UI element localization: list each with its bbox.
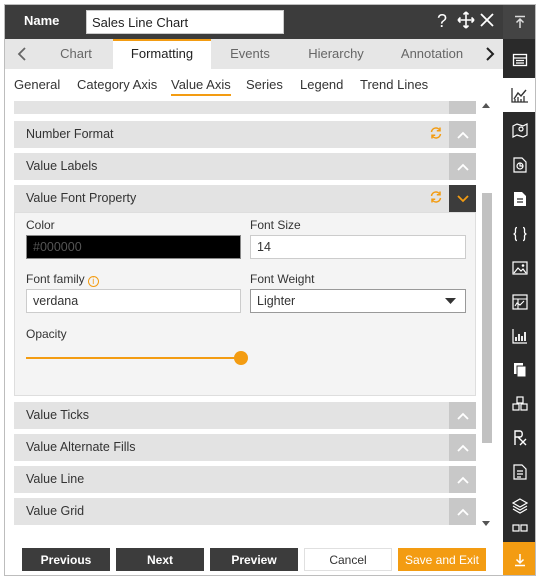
bar-chart-icon[interactable] [503,319,535,353]
right-toolbar [503,5,535,575]
cubes-icon[interactable] [503,387,535,421]
font-family-input[interactable]: verdana [26,289,241,313]
chevron-down-icon[interactable] [449,185,476,212]
name-label: Name [24,13,60,28]
content-scrollbar[interactable] [479,101,493,531]
main-tabs: Chart Formatting Events Hierarchy Annota… [5,39,503,69]
chevron-up-icon[interactable] [449,466,476,493]
chevron-up-icon[interactable] [449,402,476,429]
chevron-up-icon[interactable] [449,121,476,148]
scroll-to-top-icon[interactable] [503,5,535,39]
image-icon[interactable] [503,251,535,285]
document-chart-icon[interactable] [503,148,535,182]
refresh-icon[interactable] [429,126,443,143]
dropdown-arrow-icon [445,298,456,304]
cancel-button[interactable]: Cancel [304,548,392,571]
scroll-up-arrow-icon[interactable] [482,103,490,108]
section-title: Number Format [26,127,114,141]
move-icon[interactable] [457,11,475,34]
opacity-label: Opacity [26,327,67,341]
section-previous-collapsed[interactable] [14,101,476,114]
grid-icon[interactable] [503,523,535,541]
section-title: Value Ticks [26,408,89,422]
section-title: Value Alternate Fills [26,440,136,454]
table-chart-icon[interactable] [503,285,535,319]
subtab-legend[interactable]: Legend [300,77,343,92]
footer-bar: Previous Next Preview Cancel Save and Ex… [5,539,503,575]
tab-hierarchy[interactable]: Hierarchy [289,39,383,69]
subtab-general[interactable]: General [14,77,60,92]
map-chart-icon[interactable] [503,113,535,147]
font-size-label: Font Size [250,218,301,232]
copy-icon[interactable] [503,353,535,387]
section-value-ticks[interactable]: Value Ticks [14,402,476,429]
previous-button[interactable]: Previous [22,548,110,571]
section-value-alternate-fills[interactable]: Value Alternate Fills [14,434,476,461]
sub-tabs: General Category Axis Value Axis Series … [5,69,503,101]
font-property-panel: Color #000000 Font Size 14 Font family i … [14,212,476,396]
chevron-up-icon[interactable] [449,434,476,461]
subtab-value-axis[interactable]: Value Axis [171,77,231,96]
section-value-line[interactable]: Value Line [14,466,476,493]
chevron-up-icon[interactable] [449,498,476,525]
tabs-next-arrow-icon[interactable] [477,39,503,69]
formatting-content: Number Format Value Labels Value Font Pr… [14,101,476,527]
font-family-label-text: Font family [26,272,85,286]
section-title: Value Grid [26,504,85,518]
section-value-grid[interactable]: Value Grid [14,498,476,525]
font-weight-select[interactable]: Lighter [250,289,466,313]
font-weight-label: Font Weight [250,272,315,286]
section-title: Value Labels [26,159,98,173]
close-icon[interactable] [479,11,495,33]
section-value-font-property[interactable]: Value Font Property [14,185,476,212]
chart-properties-window: Name ? Chart Formatting Events Hierarchy… [4,4,536,576]
subtab-category-axis[interactable]: Category Axis [77,77,157,92]
collapse-icon[interactable] [449,101,476,114]
line-chart-icon[interactable] [503,78,535,112]
formula-rx-icon[interactable] [503,421,535,455]
section-title: Value Line [26,472,85,486]
report-icon[interactable] [503,455,535,489]
tab-annotation[interactable]: Annotation [385,39,479,69]
chevron-up-icon[interactable] [449,153,476,180]
next-button[interactable]: Next [116,548,204,571]
chart-settings-icon[interactable] [503,43,535,77]
color-label: Color [26,218,55,232]
font-size-input[interactable]: 14 [250,235,466,259]
font-weight-value: Lighter [257,294,296,308]
tab-chart[interactable]: Chart [41,39,111,69]
save-and-exit-button[interactable]: Save and Exit [398,548,486,571]
question-icon[interactable]: ? [437,10,447,32]
font-family-label: Font family i [26,272,99,287]
color-input[interactable]: #000000 [26,235,241,259]
scroll-to-bottom-icon[interactable] [503,542,535,575]
section-title: Value Font Property [26,191,137,205]
section-value-labels[interactable]: Value Labels [14,153,476,180]
subtab-trend-lines[interactable]: Trend Lines [360,77,428,92]
scrollbar-thumb[interactable] [482,193,492,443]
opacity-slider-handle[interactable] [234,351,248,365]
section-number-format[interactable]: Number Format [14,121,476,148]
tab-formatting[interactable]: Formatting [113,39,211,69]
layers-icon[interactable] [503,489,535,523]
opacity-slider-track[interactable] [26,357,240,359]
subtab-series[interactable]: Series [246,77,283,92]
file-icon[interactable] [503,182,535,216]
scroll-down-arrow-icon[interactable] [482,521,490,526]
tabs-prev-arrow-icon[interactable] [9,39,35,69]
tab-events[interactable]: Events [213,39,287,69]
info-icon[interactable]: i [87,276,99,287]
preview-button[interactable]: Preview [210,548,298,571]
code-braces-icon[interactable] [503,217,535,251]
window-header: Name ? [5,5,503,39]
chart-name-input[interactable] [86,10,284,34]
refresh-icon[interactable] [429,190,443,207]
